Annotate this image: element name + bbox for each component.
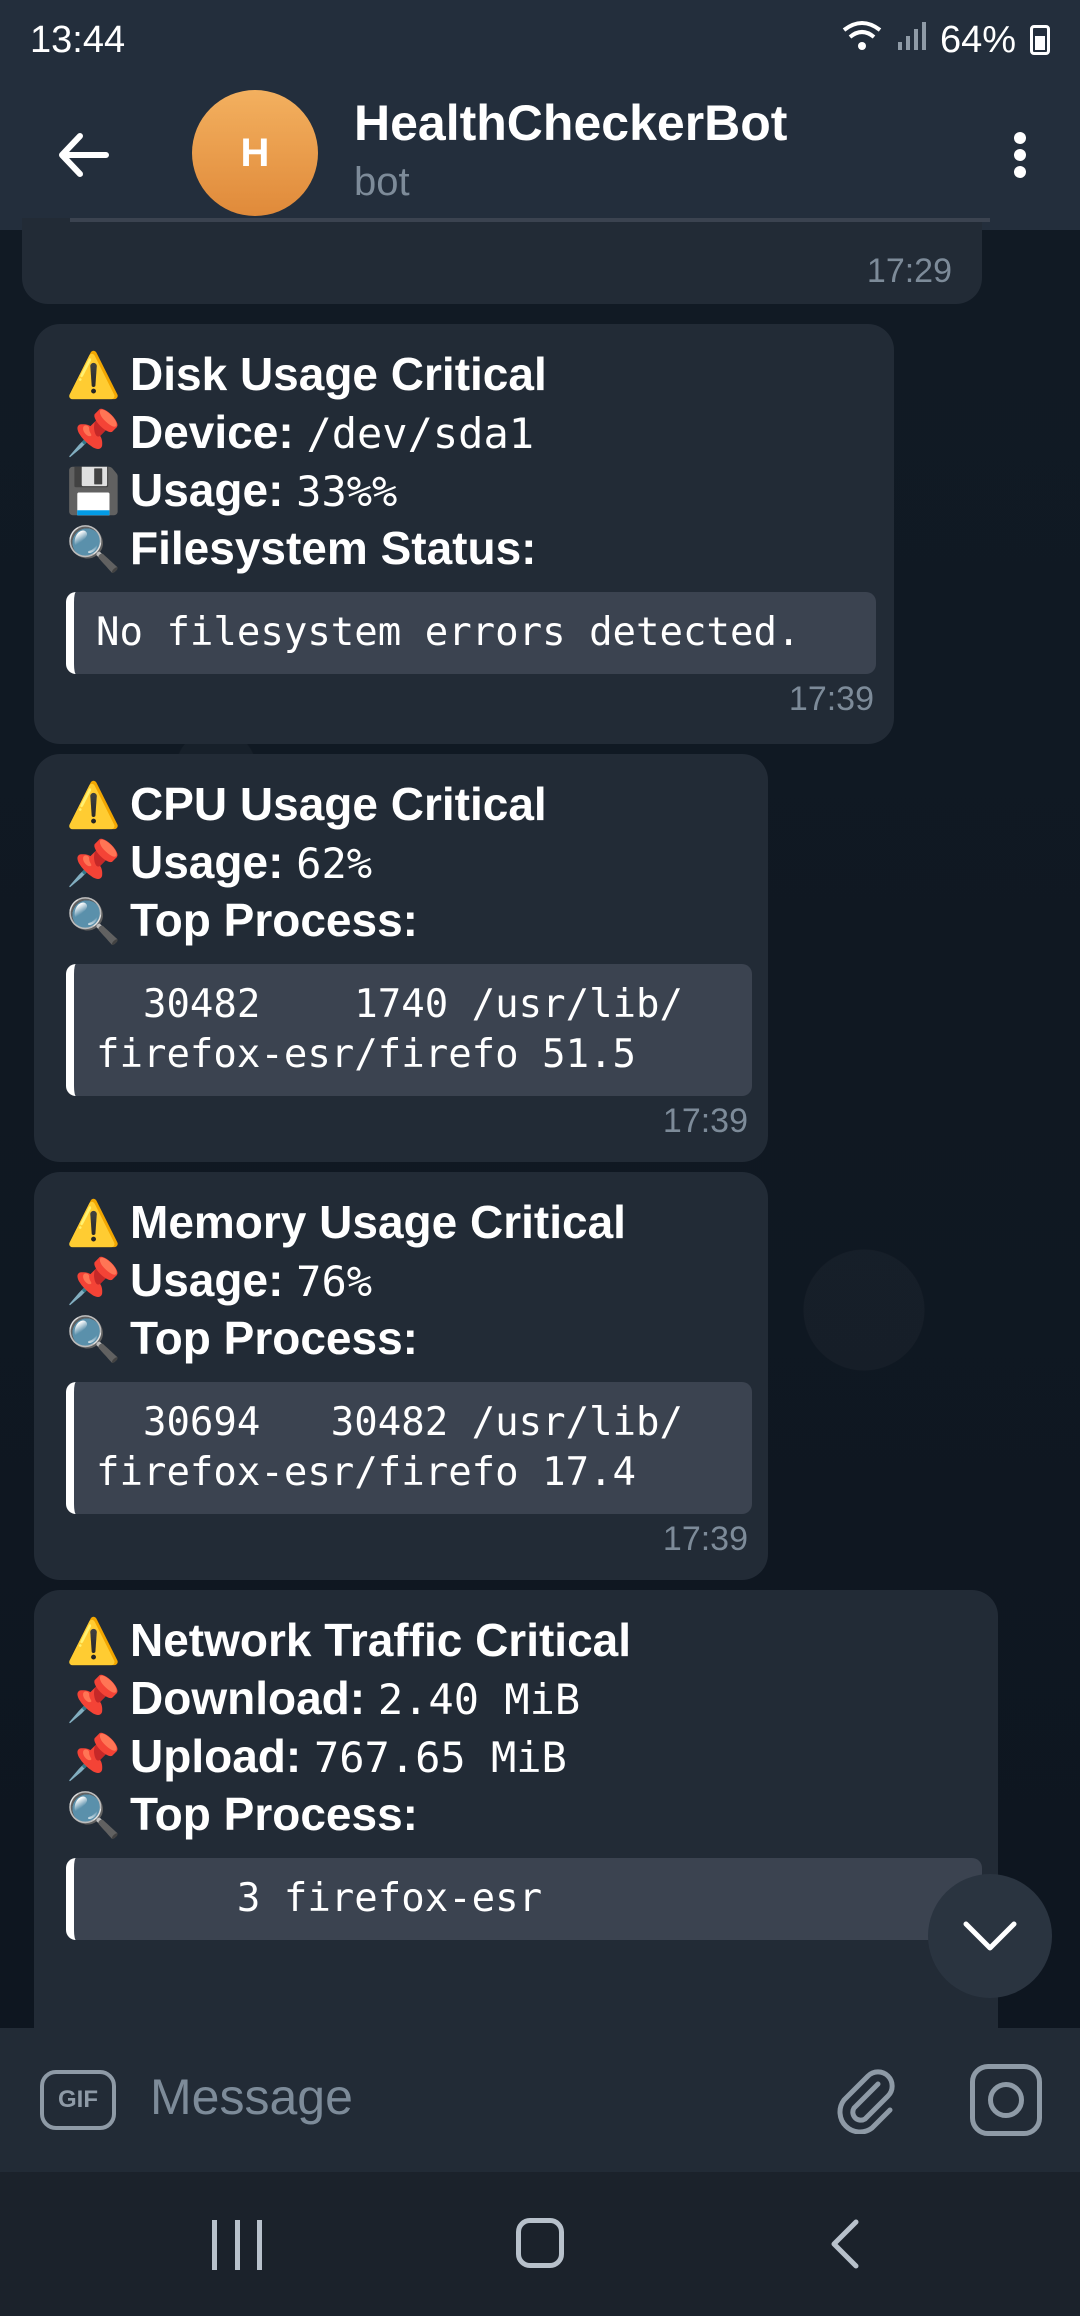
message-bubble[interactable]: ⚠️ CPU Usage Critical 📌 Usage: 62% 🔍 Top Pr…	[34, 754, 768, 1162]
usage-label: Usage:	[130, 836, 284, 888]
status-time: 13:44	[30, 18, 126, 61]
message-bubble[interactable]: ⚠️ Disk Usage Critical 📌 Device: /dev/sda1…	[34, 324, 894, 744]
warning-icon: ⚠️	[66, 351, 121, 400]
device-label: Device:	[130, 406, 294, 458]
recents-icon	[212, 2220, 217, 2270]
message-title: CPU Usage Critical	[130, 778, 547, 830]
message-title-line: ⚠️ CPU Usage Critical	[66, 776, 748, 834]
message-title-line: ⚠️ Network Traffic Critical	[66, 1612, 978, 1670]
pin-icon: 📌	[66, 1257, 121, 1306]
message-title: Network Traffic Critical	[130, 1614, 632, 1666]
top-process-line: 🔍 Top Process:	[66, 892, 748, 950]
signal-icon	[896, 19, 926, 62]
code-block[interactable]: 30482 1740 /usr/lib/ firefox-esr/firefo …	[66, 964, 752, 1096]
top-process-label: Top Process:	[130, 1788, 418, 1840]
message-time: 17:39	[788, 680, 874, 718]
dot-icon	[1014, 166, 1026, 178]
avatar[interactable]: H	[192, 90, 318, 216]
arrow-left-icon	[59, 133, 109, 177]
magnifier-icon: 🔍	[66, 1315, 121, 1364]
camera-button[interactable]	[970, 2064, 1042, 2136]
download-line: 📌 Download: 2.40 MiB	[66, 1670, 978, 1728]
chat-header: H HealthCheckerBot bot	[0, 80, 1080, 230]
code-block[interactable]: 3 firefox-esr	[66, 1858, 982, 1940]
attach-button[interactable]	[830, 2064, 900, 2135]
battery-icon	[1030, 25, 1050, 55]
recents-icon	[257, 2220, 262, 2270]
usage-line: 📌 Usage: 62%	[66, 834, 748, 892]
warning-icon: ⚠️	[66, 781, 121, 830]
dot-icon	[1014, 132, 1026, 144]
chevron-left-icon	[831, 2219, 859, 2269]
battery-percent: 64%	[939, 18, 1016, 61]
top-process-label: Top Process:	[130, 1312, 418, 1364]
message-time: 17:39	[662, 1520, 748, 1558]
message-bubble[interactable]: 17:29	[22, 218, 990, 304]
home-button[interactable]	[516, 2218, 564, 2268]
status-bar: 13:44 64%	[0, 0, 1080, 80]
wifi-icon	[842, 19, 882, 62]
status-line: 🔍 Filesystem Status:	[66, 520, 874, 578]
warning-icon: ⚠️	[66, 1617, 121, 1666]
usage-line: 💾 Usage: 33%%	[66, 462, 874, 520]
status-label: Filesystem Status:	[130, 522, 537, 574]
system-back-button[interactable]	[820, 2216, 876, 2272]
chat-subtitle: bot	[354, 160, 410, 204]
message-title-line: ⚠️ Disk Usage Critical	[66, 346, 874, 404]
code-block[interactable]: 30694 30482 /usr/lib/ firefox-esr/firefo…	[66, 1382, 752, 1514]
usage-line: 📌 Usage: 76%	[66, 1252, 748, 1310]
download-value: 2.40 MiB	[377, 1675, 581, 1724]
message-composer: GIF Message	[0, 2028, 1080, 2172]
upload-label: Upload:	[130, 1730, 302, 1782]
download-label: Download:	[130, 1672, 366, 1724]
top-process-line: 🔍 Top Process:	[66, 1786, 978, 1844]
top-process-line: 🔍 Top Process:	[66, 1310, 748, 1368]
upload-line: 📌 Upload: 767.65 MiB	[66, 1728, 978, 1786]
system-navigation-bar	[0, 2172, 1080, 2316]
gif-button[interactable]: GIF	[40, 2070, 116, 2130]
device-line: 📌 Device: /dev/sda1	[66, 404, 874, 462]
message-bubble[interactable]: ⚠️ Network Traffic Critical 📌 Download: 2.…	[34, 1590, 998, 2028]
device-value: /dev/sda1	[306, 409, 535, 458]
usage-value: 33%%	[296, 467, 398, 516]
top-process-label: Top Process:	[130, 894, 418, 946]
pin-icon: 📌	[66, 839, 121, 888]
usage-label: Usage:	[130, 1254, 284, 1306]
usage-label: Usage:	[130, 464, 284, 516]
more-options-button[interactable]	[990, 120, 1050, 190]
chat-title[interactable]: HealthCheckerBot	[354, 94, 787, 152]
upload-value: 767.65 MiB	[313, 1733, 567, 1782]
warning-icon: ⚠️	[66, 1199, 121, 1248]
usage-value: 76%	[296, 1257, 373, 1306]
recents-icon	[234, 2220, 240, 2270]
pin-icon: 📌	[66, 409, 121, 458]
message-title-line: ⚠️ Memory Usage Critical	[66, 1194, 748, 1252]
message-input[interactable]: Message	[150, 2068, 353, 2126]
magnifier-icon: 🔍	[66, 1791, 121, 1840]
magnifier-icon: 🔍	[66, 897, 121, 946]
pin-icon: 📌	[66, 1733, 121, 1782]
disk-icon: 💾	[66, 467, 121, 516]
code-block[interactable]: No filesystem errors detected.	[66, 592, 876, 674]
message-bubble[interactable]: ⚠️ Memory Usage Critical 📌 Usage: 76% 🔍 Top…	[34, 1172, 768, 1580]
message-title: Disk Usage Critical	[130, 348, 547, 400]
usage-value: 62%	[296, 839, 373, 888]
pin-icon: 📌	[66, 1675, 121, 1724]
back-button[interactable]	[50, 122, 116, 188]
magnifier-icon: 🔍	[66, 525, 121, 574]
recent-apps-button[interactable]	[212, 2220, 262, 2270]
status-icons: 64%	[842, 19, 1050, 62]
message-time: 17:39	[662, 1102, 748, 1140]
message-title: Memory Usage Critical	[130, 1196, 626, 1248]
scroll-to-bottom-button[interactable]	[928, 1874, 1052, 1998]
code-block-edge	[70, 218, 990, 222]
paperclip-icon	[837, 2069, 895, 2135]
chevron-down-icon	[963, 1921, 1017, 1951]
dot-icon	[1014, 149, 1026, 161]
message-time: 17:29	[866, 252, 952, 290]
